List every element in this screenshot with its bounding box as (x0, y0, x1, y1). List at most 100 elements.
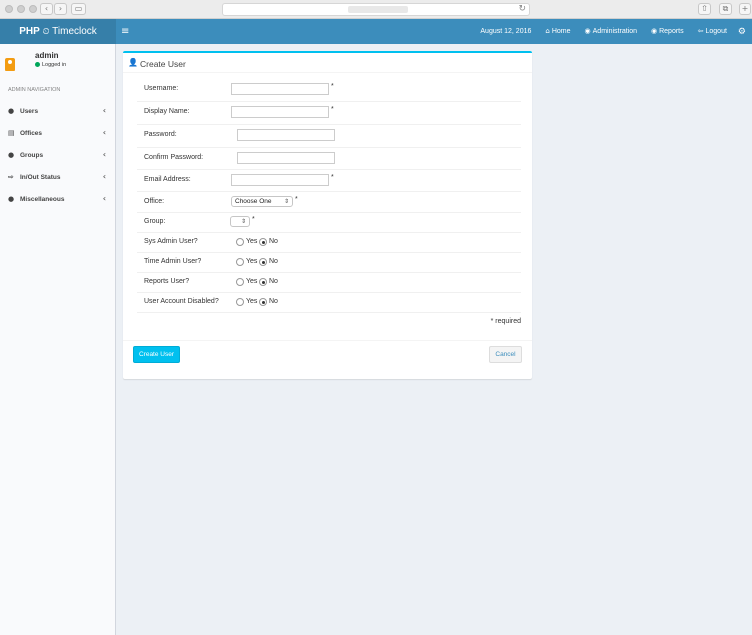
row-office: Office: Choose One ⇕ * (137, 192, 521, 213)
group-select[interactable]: ⇕ (230, 216, 250, 227)
box-header: 👤 Create User (123, 53, 532, 73)
nav-logout-label: Logout (705, 28, 727, 35)
sidebar-item-inout-status[interactable]: ⇨ In/Out Status ‹ (0, 166, 115, 188)
settings-gear-icon[interactable]: ⚙ (734, 27, 752, 37)
current-date: August 12, 2016 (480, 28, 532, 35)
office-label: Office: (144, 198, 165, 205)
clock-icon: ⏲ (42, 27, 50, 37)
confirm-password-input[interactable] (237, 152, 335, 164)
time-admin-no-radio[interactable] (259, 258, 267, 266)
circle-icon: ● (8, 195, 15, 203)
no-label: No (269, 298, 278, 305)
window-close-control[interactable] (5, 5, 13, 13)
user-status-text: Logged in (42, 62, 67, 68)
account-disabled-yes-radio[interactable] (236, 298, 244, 306)
email-field[interactable] (231, 174, 329, 186)
sys-admin-label: Sys Admin User? (144, 238, 198, 245)
avatar (5, 58, 15, 71)
address-bar[interactable]: ↻ (222, 3, 530, 16)
sidebar-item-label: Offices (20, 130, 43, 137)
account-disabled-no-radio[interactable] (259, 298, 267, 306)
sys-admin-yes-radio[interactable] (236, 238, 244, 246)
reports-user-yes-radio[interactable] (236, 278, 244, 286)
row-account-disabled: User Account Disabled? Yes No (137, 293, 521, 313)
nav-logout[interactable]: ⇦ Logout (691, 19, 734, 44)
nav-home[interactable]: ⌂ Home (538, 19, 577, 44)
nav-home-label: Home (551, 28, 571, 35)
username-input[interactable] (231, 83, 329, 95)
password-input[interactable] (237, 129, 335, 141)
office-select-value: Choose One (235, 198, 272, 205)
nav-reports[interactable]: ◉ Reports (644, 19, 691, 44)
office-select[interactable]: Choose One ⇕ (231, 196, 293, 207)
page-title: Create User (140, 59, 186, 69)
reload-icon[interactable]: ↻ (518, 4, 526, 15)
sidebar-item-label: Miscellaneous (20, 196, 65, 203)
sidebar-toggle-button[interactable]: ▭ (71, 3, 86, 15)
window-minimize-control[interactable] (17, 5, 25, 13)
pie-chart-icon: ◉ (651, 27, 658, 35)
select-arrows-icon: ⇕ (240, 218, 246, 225)
sidebar-item-groups[interactable]: ● Groups ‹ (0, 144, 115, 166)
browser-toolbar: ‹ › ▭ ↻ ⇧ ⧉ + (0, 0, 752, 19)
home-icon: ⌂ (545, 27, 550, 35)
users-icon: ● (8, 151, 15, 159)
sidebar-item-offices[interactable]: ▤ Offices ‹ (0, 122, 115, 144)
row-confirm-password: Confirm Password: (137, 148, 521, 170)
forward-button[interactable]: › (54, 3, 67, 15)
email-label: Email Address: (144, 176, 191, 183)
chevron-left-icon: ‹ (102, 194, 106, 203)
time-admin-label: Time Admin User? (144, 258, 202, 265)
sidebar-item-miscellaneous[interactable]: ● Miscellaneous ‹ (0, 188, 115, 210)
time-admin-yes-radio[interactable] (236, 258, 244, 266)
row-group: Group: ⇕ * (137, 213, 521, 233)
user-plus-icon: 👤 (128, 58, 138, 67)
tabs-button[interactable]: ⧉ (719, 3, 732, 15)
sys-admin-no-radio[interactable] (259, 238, 267, 246)
row-sys-admin: Sys Admin User? Yes No (137, 233, 521, 253)
reports-user-no-radio[interactable] (259, 278, 267, 286)
password-label: Password: (144, 131, 177, 138)
share-button[interactable]: ⇧ (698, 3, 711, 15)
back-button[interactable]: ‹ (40, 3, 53, 15)
new-tab-button[interactable]: + (739, 3, 751, 15)
required-note: * required (490, 318, 521, 325)
sidebar-section-header: ADMIN NAVIGATION (8, 87, 61, 93)
row-username: Username: * (137, 79, 521, 102)
no-label: No (269, 238, 278, 245)
row-reports-user: Reports User? Yes No (137, 273, 521, 293)
sidebar-item-users[interactable]: ● Users ‹ (0, 100, 115, 122)
user-status: Logged in (35, 62, 66, 68)
group-label: Group: (144, 218, 166, 225)
yes-label: Yes (246, 298, 258, 305)
sidebar: admin Logged in ADMIN NAVIGATION ● Users … (0, 44, 116, 635)
online-status-icon (35, 62, 40, 67)
logo-text: Timeclock (52, 26, 97, 37)
sidebar-item-label: In/Out Status (20, 174, 61, 181)
account-disabled-label: User Account Disabled? (144, 298, 219, 305)
chevron-left-icon: ‹ (102, 106, 106, 115)
yes-label: Yes (246, 238, 258, 245)
top-nav: August 12, 2016 ⌂ Home ◉ Administration ◉ R… (473, 19, 752, 44)
sidebar-item-label: Users (20, 108, 39, 115)
no-label: No (269, 278, 278, 285)
nav-reports-label: Reports (659, 28, 684, 35)
cancel-button[interactable]: Cancel (489, 346, 522, 363)
required-asterisk: * (331, 174, 334, 181)
user-name: admin (35, 51, 59, 60)
display-name-label: Display Name: (144, 108, 190, 115)
create-user-button[interactable]: Create User (133, 346, 180, 363)
app-header: PHP ⏲ Timeclock ≡ August 12, 2016 ⌂ Home … (0, 19, 752, 44)
row-password: Password: (137, 125, 521, 148)
window-zoom-control[interactable] (29, 5, 37, 13)
chevron-left-icon: ‹ (102, 172, 106, 181)
app-logo[interactable]: PHP ⏲ Timeclock (0, 19, 116, 44)
reports-user-label: Reports User? (144, 278, 190, 285)
sidebar-item-label: Groups (20, 152, 44, 159)
chevron-left-icon: ‹ (102, 150, 106, 159)
nav-administration[interactable]: ◉ Administration (578, 19, 644, 44)
menu-toggle-icon[interactable]: ≡ (121, 19, 129, 44)
logo-bold-text: PHP (19, 26, 40, 37)
display-name-input[interactable] (231, 106, 329, 118)
confirm-password-label: Confirm Password: (144, 154, 204, 161)
